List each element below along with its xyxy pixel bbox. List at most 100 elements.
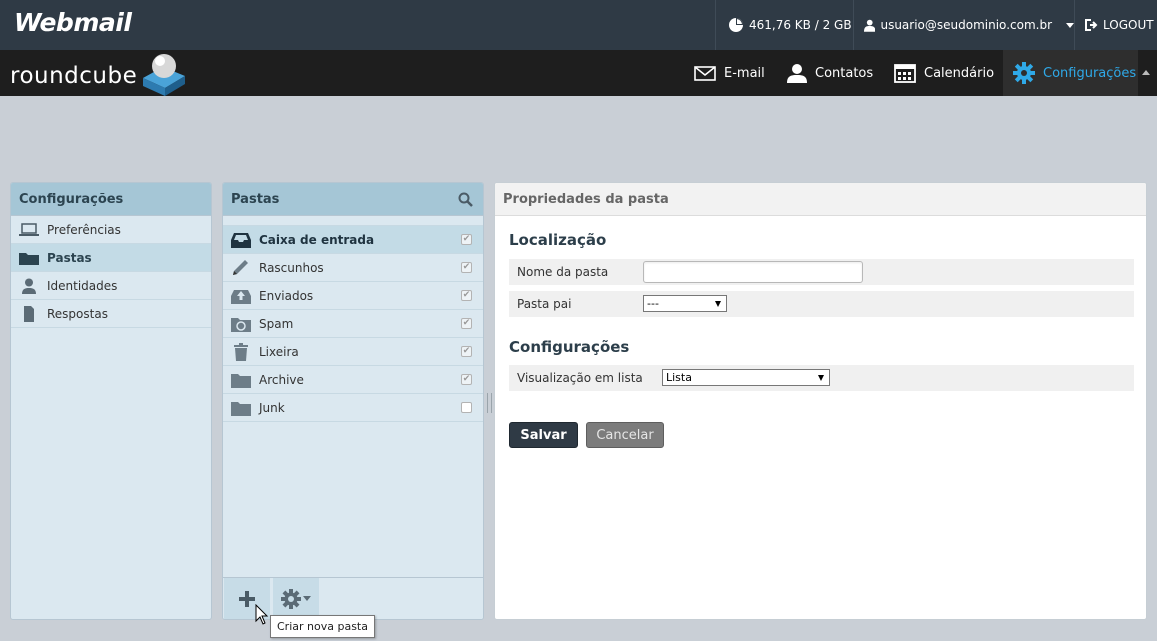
nav-calendar-label: Calendário <box>924 65 995 81</box>
top-bar: Webmail 461,76 KB / 2 GB usuario@seudomi… <box>0 0 1157 50</box>
tooltip: Criar nova pasta <box>270 615 375 638</box>
app-navbar: roundcube E-mail Contatos Calendário Con… <box>0 50 1157 96</box>
pencil-icon <box>233 259 248 275</box>
parent-folder-row: Pasta pai --- <box>509 291 1134 317</box>
envelope-icon <box>694 65 716 81</box>
quota-indicator[interactable]: 461,76 KB / 2 GB <box>715 0 853 50</box>
inbox-icon <box>231 232 251 248</box>
nav-calendar[interactable]: Calendário <box>894 50 994 96</box>
gear-icon <box>281 588 301 609</box>
subscribe-checkbox[interactable]: ✔ <box>461 374 472 385</box>
folder-item-sent[interactable]: Enviados ✔ <box>223 282 483 310</box>
folder-label: Lixeira <box>259 344 299 359</box>
folder-label: Enviados <box>259 288 314 303</box>
folders-panel-title: Pastas <box>223 183 483 216</box>
folder-item-drafts[interactable]: Rascunhos ✔ <box>223 254 483 282</box>
settings-item-label: Preferências <box>47 222 121 237</box>
folder-item-trash[interactable]: Lixeira ✔ <box>223 338 483 366</box>
settings-panel: Configurações Preferências Pastas Identi… <box>10 182 212 620</box>
spam-icon <box>231 317 251 332</box>
settings-item-responses[interactable]: Respostas <box>11 300 211 328</box>
folder-item-junk[interactable]: Junk <box>223 394 483 422</box>
parent-folder-select[interactable]: --- <box>643 295 727 312</box>
nav-settings[interactable]: Configurações <box>1003 50 1138 96</box>
folder-label: Rascunhos <box>259 260 324 275</box>
folder-icon <box>19 252 39 265</box>
folder-name-input[interactable] <box>643 261 863 283</box>
folder-label: Spam <box>259 316 294 331</box>
logout-button[interactable]: LOGOUT <box>1074 0 1157 50</box>
parent-folder-label: Pasta pai <box>517 297 572 311</box>
dropdown-arrow-icon <box>715 301 721 307</box>
settings-section-title: Configurações <box>509 338 630 356</box>
folder-label: Archive <box>259 372 304 387</box>
settings-item-folders[interactable]: Pastas <box>11 244 211 272</box>
settings-item-identities[interactable]: Identidades <box>11 272 211 300</box>
calendar-icon <box>894 64 916 83</box>
folder-icon <box>231 373 251 388</box>
settings-panel-title: Configurações <box>11 183 211 216</box>
settings-item-label: Identidades <box>47 278 118 293</box>
folder-properties-panel: Propriedades da pasta Localização Nome d… <box>494 182 1147 620</box>
user-email: usuario@seudominio.com.br <box>880 18 1052 32</box>
cancel-button[interactable]: Cancelar <box>586 422 664 448</box>
folder-icon <box>231 401 251 416</box>
folder-item-spam[interactable]: Spam ✔ <box>223 310 483 338</box>
chevron-down-icon <box>1066 22 1074 28</box>
folder-actions-button[interactable] <box>273 578 319 619</box>
plus-icon <box>239 590 255 607</box>
folder-label: Caixa de entrada <box>259 232 375 247</box>
folder-name-label: Nome da pasta <box>517 265 609 279</box>
panel-splitter[interactable] <box>487 393 492 413</box>
logout-icon <box>1085 19 1098 31</box>
nav-contacts[interactable]: Contatos <box>787 50 873 96</box>
settings-item-label: Respostas <box>47 306 108 321</box>
subscribe-checkbox[interactable]: ✔ <box>461 318 472 329</box>
nav-email-label: E-mail <box>724 65 765 81</box>
properties-panel-title: Propriedades da pasta <box>495 183 1146 216</box>
pie-chart-icon <box>729 18 743 32</box>
laptop-icon <box>19 222 39 236</box>
user-menu[interactable]: usuario@seudominio.com.br <box>853 0 1074 50</box>
document-icon <box>24 305 34 322</box>
save-button[interactable]: Salvar <box>509 422 578 448</box>
parent-folder-value: --- <box>647 297 659 310</box>
folder-label: Junk <box>259 400 285 415</box>
folder-item-inbox[interactable]: Caixa de entrada ✔ <box>223 226 483 254</box>
quota-text: 461,76 KB / 2 GB <box>749 18 852 32</box>
search-icon[interactable] <box>458 192 473 207</box>
dropdown-arrow-icon <box>818 375 824 381</box>
location-section-title: Localização <box>509 231 607 249</box>
roundcube-logo: roundcube <box>10 54 189 96</box>
list-view-label: Visualização em lista <box>517 371 643 385</box>
settings-item-label: Pastas <box>47 250 92 265</box>
cube-icon <box>143 54 186 96</box>
folder-item-archive[interactable]: Archive ✔ <box>223 366 483 394</box>
nav-contacts-label: Contatos <box>815 65 874 81</box>
folder-name-row: Nome da pasta <box>509 259 1134 285</box>
gear-icon <box>1013 62 1035 84</box>
list-view-value: Lista <box>666 371 692 384</box>
subscribe-checkbox[interactable]: ✔ <box>461 262 472 273</box>
sent-icon <box>231 289 251 304</box>
chevron-down-icon <box>303 596 311 601</box>
folder-list: Caixa de entrada ✔ Rascunhos ✔ Enviados … <box>223 225 483 422</box>
mouse-cursor-icon <box>255 604 269 625</box>
user-icon <box>864 19 876 32</box>
subscribe-checkbox[interactable]: ✔ <box>461 290 472 301</box>
subscribe-checkbox[interactable]: ✔ <box>461 234 472 245</box>
trash-icon <box>234 342 248 361</box>
person-icon <box>22 278 36 294</box>
nav-settings-label: Configurações <box>1043 65 1137 81</box>
subscribe-checkbox[interactable] <box>461 402 472 413</box>
nav-email[interactable]: E-mail <box>694 50 765 96</box>
list-view-row: Visualização em lista Lista <box>509 365 1134 391</box>
settings-item-preferences[interactable]: Preferências <box>11 216 211 244</box>
folders-panel: Pastas Caixa de entrada ✔ Rascunhos ✔ En… <box>222 182 484 620</box>
subscribe-checkbox[interactable]: ✔ <box>461 346 472 357</box>
logo-text: roundcube <box>10 63 138 89</box>
logout-label: LOGOUT <box>1103 18 1154 32</box>
person-icon <box>787 64 807 83</box>
list-view-select[interactable]: Lista <box>662 369 830 386</box>
collapse-header-icon[interactable] <box>1142 70 1150 75</box>
